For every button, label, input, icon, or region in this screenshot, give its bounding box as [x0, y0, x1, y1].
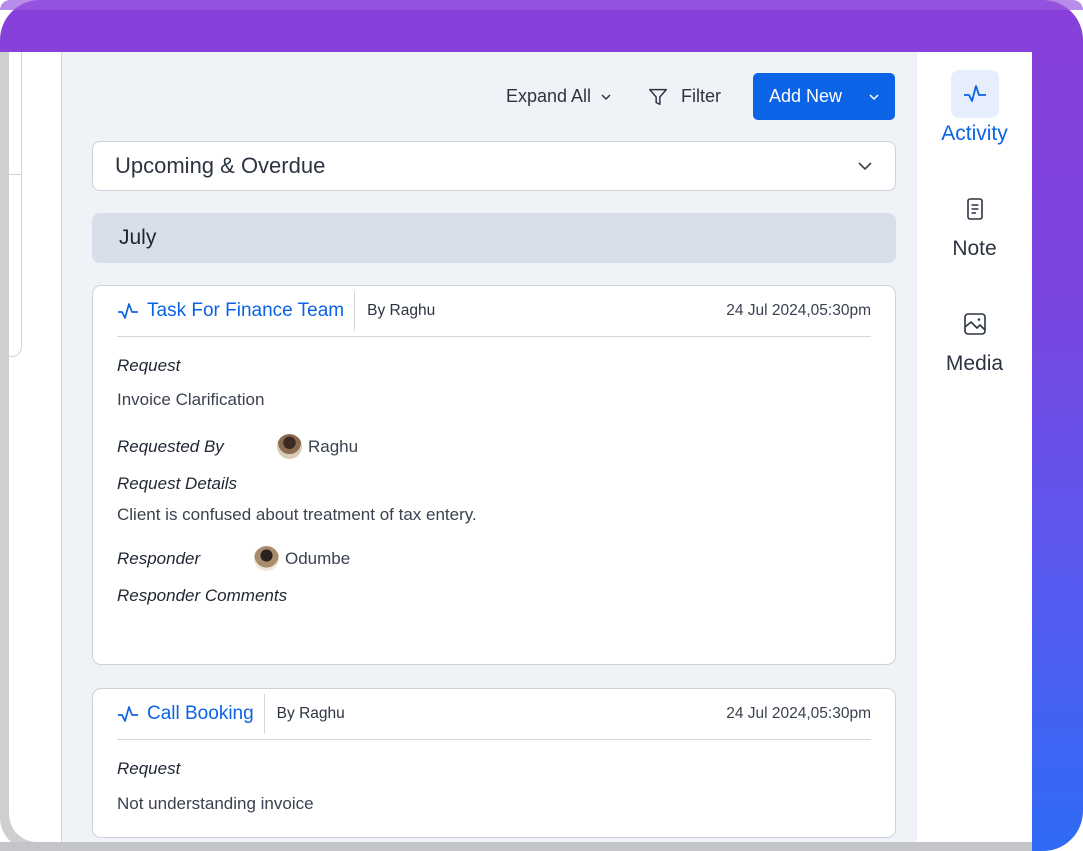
avatar	[277, 434, 302, 459]
request-details-value: Client is confused about treatment of ta…	[117, 505, 477, 524]
requested-by-person[interactable]: Raghu	[277, 434, 358, 459]
right-sidebar: Activity Note Media	[917, 52, 1032, 842]
request-value: Not understanding invoice	[117, 794, 314, 813]
card-datetime: 24 Jul 2024,05:30pm	[726, 302, 871, 319]
responder-name: Odumbe	[285, 548, 351, 568]
sidebar-item-note[interactable]: Note	[917, 185, 1032, 261]
sidebar-item-activity[interactable]: Activity	[917, 70, 1032, 146]
request-value: Invoice Clarification	[117, 390, 265, 409]
avatar	[254, 546, 279, 571]
card-title-link[interactable]: Task For Finance Team	[117, 291, 356, 331]
activity-icon	[118, 706, 138, 722]
app-window: Expand All Filter Add New Upcoming & Ove…	[0, 52, 1032, 851]
card-header: Task For Finance Team By Raghu 24 Jul 20…	[117, 286, 871, 337]
image-icon	[963, 313, 986, 335]
expand-all-label: Expand All	[505, 86, 591, 106]
card-datetime: 24 Jul 2024,05:30pm	[726, 705, 871, 722]
request-label: Request	[117, 759, 181, 778]
activity-filter-select[interactable]: Upcoming & Overdue	[92, 141, 896, 191]
activity-card[interactable]: Task For Finance Team By Raghu 24 Jul 20…	[92, 285, 896, 665]
responder-label: Responder	[117, 549, 201, 568]
month-group-header[interactable]: July	[92, 213, 896, 263]
note-icon-wrap	[951, 185, 999, 233]
left-panel-edge	[9, 52, 22, 357]
add-new-label: Add New	[769, 86, 843, 106]
requested-by-name: Raghu	[308, 436, 359, 456]
filter-label: Filter	[681, 86, 721, 106]
filter-icon	[649, 88, 667, 105]
sidebar-item-label: Note	[952, 237, 997, 260]
note-icon	[966, 198, 983, 220]
image-icon-wrap	[951, 300, 999, 348]
activity-card[interactable]: Call Booking By Raghu 24 Jul 2024,05:30p…	[92, 688, 896, 838]
filter-button[interactable]: Filter	[647, 86, 721, 108]
request-label: Request	[117, 356, 181, 375]
responder-comments-label: Responder Comments	[117, 586, 288, 605]
request-details-label: Request Details	[117, 474, 238, 493]
activity-toolbar: Expand All Filter Add New	[506, 73, 895, 120]
sidebar-item-media[interactable]: Media	[917, 300, 1032, 376]
activity-panel: Expand All Filter Add New Upcoming & Ove…	[61, 52, 925, 842]
divider	[9, 174, 22, 175]
responder-person[interactable]: Odumbe	[254, 546, 350, 571]
requested-by-label: Requested By	[117, 437, 224, 456]
card-author: By Raghu	[367, 302, 436, 319]
expand-all-button[interactable]: Expand All	[506, 86, 611, 107]
activity-icon	[963, 85, 986, 102]
card-title: Task For Finance Team	[147, 300, 345, 321]
select-value: Upcoming & Overdue	[115, 153, 326, 178]
card-title-link[interactable]: Call Booking	[117, 694, 265, 734]
sidebar-item-label: Media	[945, 352, 1004, 375]
sidebar-item-label: Activity	[941, 122, 1008, 145]
card-title: Call Booking	[147, 703, 254, 724]
app-window-body: Expand All Filter Add New Upcoming & Ove…	[9, 52, 1032, 842]
card-author: By Raghu	[276, 705, 345, 722]
chevron-down-icon	[869, 93, 879, 100]
chevron-down-icon	[858, 162, 872, 171]
add-new-button[interactable]: Add New	[753, 73, 895, 120]
window-bottom-edge	[0, 842, 1032, 851]
activity-icon	[118, 303, 138, 319]
chevron-down-icon	[601, 93, 611, 100]
activity-icon-wrap	[950, 70, 999, 118]
month-label: July	[119, 226, 157, 249]
card-header: Call Booking By Raghu 24 Jul 2024,05:30p…	[117, 689, 871, 740]
